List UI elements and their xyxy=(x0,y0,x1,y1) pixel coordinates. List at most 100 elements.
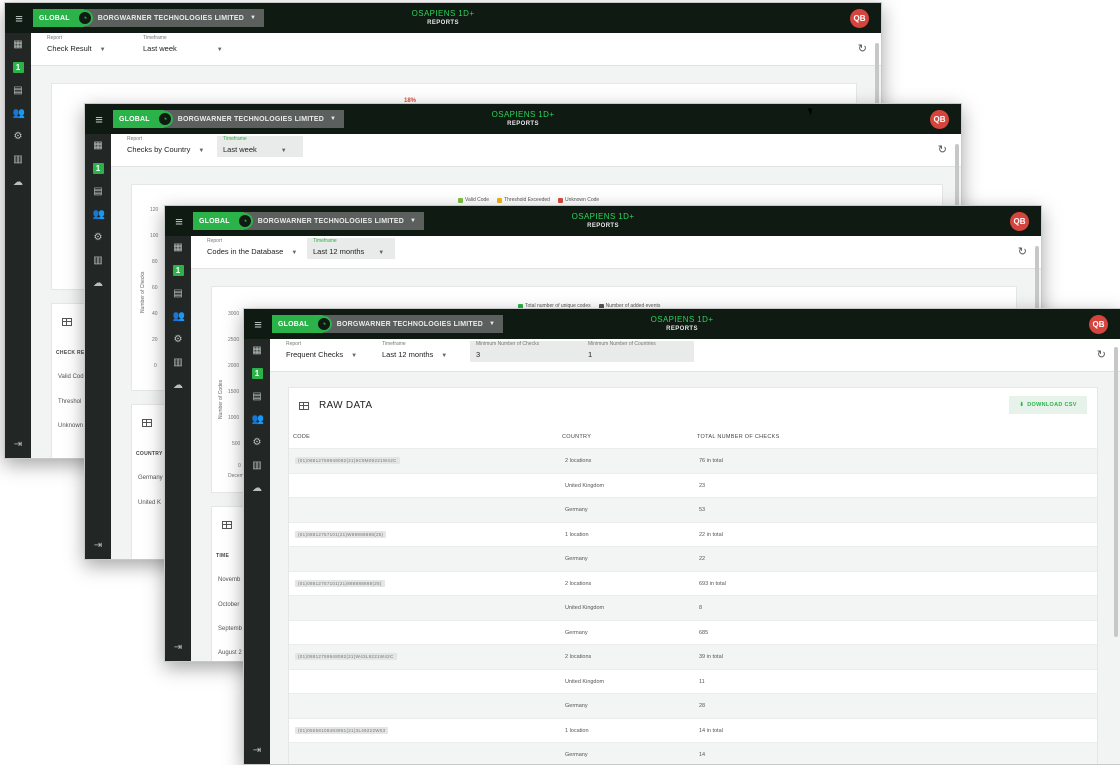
gear-icon[interactable]: ⚙ xyxy=(93,232,104,243)
cloud-icon[interactable]: ☁ xyxy=(13,177,24,188)
min-checks-field[interactable]: Minimum Number of Checks 3 xyxy=(470,341,582,362)
menu-icon[interactable]: ≡ xyxy=(85,112,113,127)
database-icon[interactable]: ▥ xyxy=(93,255,104,266)
table-row[interactable]: (01)08812757101(21)W88888888(25) 1 locati… xyxy=(289,521,1097,548)
report-select[interactable]: Report Checks by Country ▼ xyxy=(127,136,204,154)
dashboard-icon[interactable]: ▦ xyxy=(173,242,184,253)
chevron-down-icon: ▼ xyxy=(378,250,385,256)
users-icon[interactable]: 👥 xyxy=(252,414,264,425)
chart-legend: Valid Code Threshold Exceeded Unknown Co… xyxy=(458,197,599,203)
database-icon[interactable]: ▥ xyxy=(252,460,263,471)
dashboard-icon[interactable]: ▦ xyxy=(252,345,263,356)
collapse-sidebar-icon[interactable]: ⇥ xyxy=(253,745,261,756)
table-row[interactable]: Germany 22 xyxy=(289,546,1097,572)
timeframe-select[interactable]: Timeframe Last week ▼ xyxy=(217,136,303,157)
table-row[interactable]: United Kingdom 23 xyxy=(289,472,1097,499)
y-tick: 2000 xyxy=(228,363,240,369)
reports-icon[interactable]: 1 xyxy=(92,163,104,174)
user-avatar[interactable]: QB xyxy=(930,109,949,129)
download-label: DOWNLOAD CSV xyxy=(1027,402,1077,408)
company-selector[interactable]: BORGWARNER TECHNOLOGIES LIMITED ▼ xyxy=(243,212,425,230)
table-row[interactable]: (01)08812757101(21)888888888(25) 2 locati… xyxy=(289,570,1097,597)
global-scope-button[interactable]: GLOBAL ◔ xyxy=(272,315,332,333)
database-icon[interactable]: ▥ xyxy=(13,154,24,165)
codes-icon[interactable]: ▤ xyxy=(13,85,24,96)
users-icon[interactable]: 👥 xyxy=(13,108,25,119)
dashboard-icon[interactable]: ▦ xyxy=(93,140,104,151)
brand-name: OSAPIENS 1D+ xyxy=(411,9,475,18)
refresh-icon[interactable]: ↻ xyxy=(1097,348,1106,361)
table-row[interactable]: Germany 28 xyxy=(289,693,1097,719)
table-row[interactable]: United Kingdom 8 xyxy=(289,595,1097,621)
total-checks-cell: 8 xyxy=(699,605,703,611)
y-tick: 20 xyxy=(152,337,158,343)
total-checks-cell: 14 in total xyxy=(699,727,723,734)
download-csv-button[interactable]: ⬇ DOWNLOAD CSV xyxy=(1009,396,1087,414)
timeframe-select[interactable]: Timeframe Last 12 months ▼ xyxy=(307,238,395,259)
min-countries-field[interactable]: Minimum Number of Countries 1 xyxy=(582,341,694,362)
collapse-sidebar-icon[interactable]: ⇥ xyxy=(94,540,102,551)
country-cell: 2 locations xyxy=(565,580,592,587)
gear-icon[interactable]: ⚙ xyxy=(252,437,263,448)
legend-label: Threshold Exceeded xyxy=(504,197,550,203)
total-checks-cell: 22 xyxy=(699,556,706,562)
collapse-sidebar-icon[interactable]: ⇥ xyxy=(174,642,182,653)
company-selector[interactable]: BORGWARNER TECHNOLOGIES LIMITED ▼ xyxy=(163,110,345,128)
users-icon[interactable]: 👥 xyxy=(93,209,105,220)
top-bar: ≡ GLOBAL ◔ BORGWARNER TECHNOLOGIES LIMIT… xyxy=(165,206,1041,236)
menu-icon[interactable]: ≡ xyxy=(5,11,33,26)
chevron-down-icon: ▼ xyxy=(488,321,496,327)
table-row[interactable]: (01)08812759948082(21)W43L9221W42C 2 loca… xyxy=(289,644,1097,670)
table-icon xyxy=(62,318,72,326)
table-row[interactable]: Germany 53 xyxy=(289,497,1097,523)
global-scope-button[interactable]: GLOBAL ◔ xyxy=(33,9,93,27)
user-avatar[interactable]: QB xyxy=(1010,211,1029,231)
reports-icon[interactable]: 1 xyxy=(172,265,184,276)
reports-icon[interactable]: 1 xyxy=(12,62,24,73)
menu-icon[interactable]: ≡ xyxy=(165,214,193,229)
collapse-sidebar-icon[interactable]: ⇥ xyxy=(14,439,22,450)
global-scope-button[interactable]: GLOBAL ◔ xyxy=(113,110,173,128)
country-cell: Germany xyxy=(565,507,588,513)
dashboard-icon[interactable]: ▦ xyxy=(13,39,24,50)
user-avatar[interactable]: QB xyxy=(1089,314,1108,334)
table-row[interactable]: Germany 14 xyxy=(289,742,1097,764)
refresh-icon[interactable]: ↻ xyxy=(858,42,867,55)
table-row[interactable]: (01)08812759948082(21)9C9M09221W42C 2 loc… xyxy=(289,448,1097,474)
table-cell: Germany xyxy=(138,475,163,481)
menu-icon[interactable]: ≡ xyxy=(244,317,272,332)
timeframe-select[interactable]: Timeframe Last 12 months ▼ xyxy=(382,341,447,359)
refresh-icon[interactable]: ↻ xyxy=(1018,245,1027,258)
country-cell: 1 location xyxy=(565,727,589,734)
company-selector[interactable]: BORGWARNER TECHNOLOGIES LIMITED ▼ xyxy=(83,9,265,27)
user-avatar[interactable]: QB xyxy=(850,8,869,28)
report-select[interactable]: Report Codes in the Database ▼ xyxy=(207,238,297,256)
codes-icon[interactable]: ▤ xyxy=(252,391,263,402)
y-tick: 2500 xyxy=(228,337,240,343)
gear-icon[interactable]: ⚙ xyxy=(13,131,24,142)
scrollbar[interactable] xyxy=(1114,347,1118,637)
chevron-down-icon: ▼ xyxy=(351,353,358,359)
column-header: COUNTRY xyxy=(136,451,163,457)
cloud-icon[interactable]: ☁ xyxy=(93,278,104,289)
global-scope-button[interactable]: GLOBAL ◔ xyxy=(193,212,253,230)
table-row[interactable]: United Kingdom 11 xyxy=(289,668,1097,695)
country-cell: United Kingdom xyxy=(565,605,605,611)
table-row[interactable]: Germany 685 xyxy=(289,619,1097,646)
table-row[interactable]: (01)05058108483951(21)3L49222W03 1 locati… xyxy=(289,717,1097,744)
reports-icon[interactable]: 1 xyxy=(251,368,263,379)
refresh-icon[interactable]: ↻ xyxy=(938,143,947,156)
total-checks-cell: 685 xyxy=(699,629,709,636)
cloud-icon[interactable]: ☁ xyxy=(173,380,184,391)
company-selector[interactable]: BORGWARNER TECHNOLOGIES LIMITED ▼ xyxy=(322,315,504,333)
timeframe-select[interactable]: Timeframe Last week ▼ xyxy=(143,35,223,53)
report-select[interactable]: Report Check Result ▼ xyxy=(47,35,106,53)
codes-icon[interactable]: ▤ xyxy=(93,186,104,197)
report-select[interactable]: Report Frequent Checks ▼ xyxy=(286,341,357,359)
cloud-icon[interactable]: ☁ xyxy=(252,483,263,494)
y-axis-label: Number of Codes xyxy=(218,379,224,419)
database-icon[interactable]: ▥ xyxy=(173,357,184,368)
users-icon[interactable]: 👥 xyxy=(173,311,185,322)
codes-icon[interactable]: ▤ xyxy=(173,288,184,299)
gear-icon[interactable]: ⚙ xyxy=(173,334,184,345)
